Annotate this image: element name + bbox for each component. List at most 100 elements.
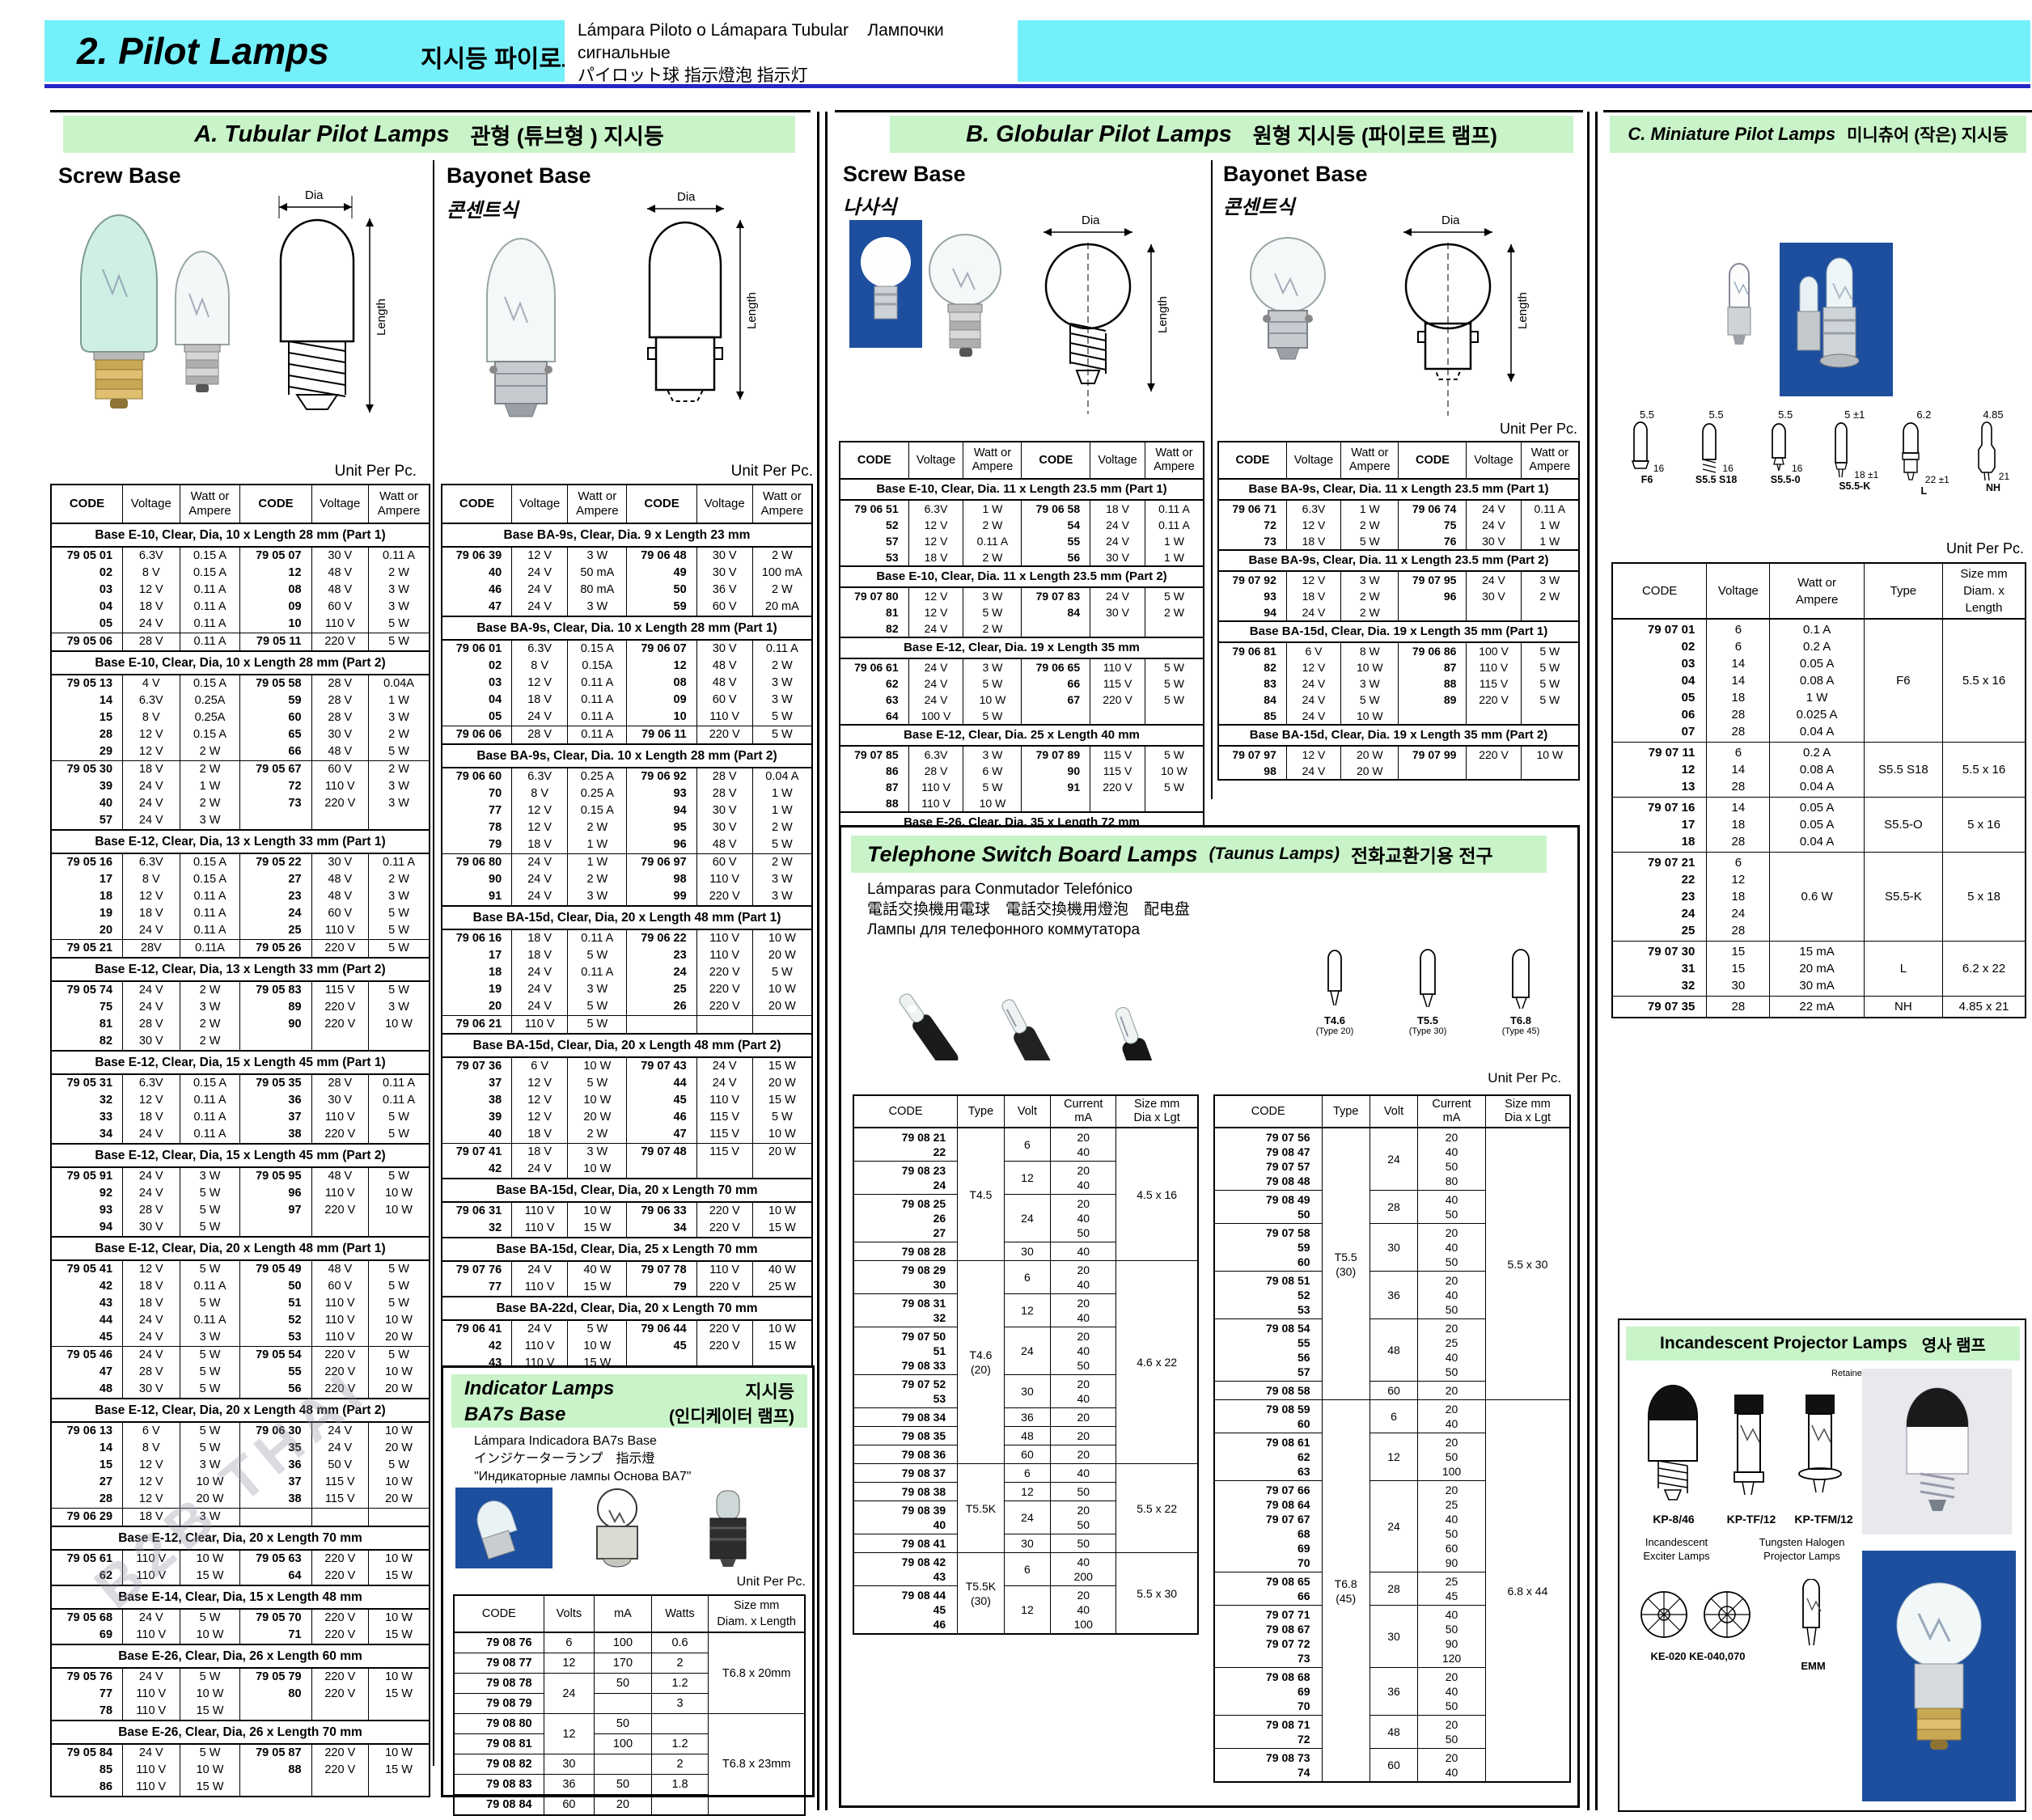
table-row: 79 08 4243T5.5K(30)6402005.5 x 30	[853, 1553, 1198, 1586]
section-b-title: B. Globular Pilot Lamps	[966, 121, 1232, 148]
table-row: Base BA-15d, Clear, Dia. 19 x Length 35 …	[1218, 621, 1579, 642]
cell: 12 V	[512, 547, 568, 565]
cell: 24 V	[512, 871, 568, 888]
cell: 79 08 83	[454, 1775, 544, 1795]
cell: 30	[1004, 1375, 1051, 1408]
cell: 79 08 82	[454, 1754, 544, 1775]
cell: 79 07 78	[627, 1261, 696, 1279]
mini-lamp-icon	[1899, 421, 1923, 485]
cell: Base BA-15d, Clear, Dia, 20 x Length 48 …	[442, 906, 812, 929]
cell: 79 07 585960	[1214, 1224, 1322, 1272]
cell: 19	[51, 905, 123, 922]
cell: 6.3V	[123, 547, 180, 565]
cell: 98	[627, 871, 696, 888]
cell: CODE	[1022, 442, 1090, 479]
cell: 28	[1707, 997, 1770, 1018]
cell: 5 W	[180, 1219, 240, 1237]
cell	[1145, 708, 1204, 725]
cell: 79 06 60	[442, 768, 512, 785]
table-row: 4018 V2 W47115 V10 W	[442, 1126, 812, 1144]
cell: 79 08 78	[454, 1674, 544, 1694]
table-row: 3712 V5 W4424 V20 W	[442, 1075, 812, 1092]
section-b-topline	[835, 110, 1583, 112]
cell: 220 V	[696, 1202, 752, 1220]
cell: 79 08 252627	[853, 1195, 958, 1242]
cell: 38	[240, 1126, 311, 1144]
cell: 30 V	[311, 853, 369, 871]
table-row: 79 06 016.3V0.15 A79 06 0730 V0.11 A	[442, 640, 812, 658]
cell: 20 W	[369, 1440, 430, 1457]
cell: 8 V	[123, 709, 180, 726]
miniature-lamp-drawing	[1715, 259, 1763, 368]
cell: 79 05 63	[240, 1550, 311, 1568]
table-row: 5712 V0.11 A5524 V1 W	[840, 533, 1204, 549]
cell: 79 08 36	[853, 1445, 958, 1464]
kp2-label: KP-TF/12	[1715, 1513, 1788, 1526]
exciter-caption: IncandescentExciter Lamps	[1626, 1535, 1727, 1563]
cell: Volt	[1369, 1095, 1417, 1128]
cell: 6 W	[963, 763, 1022, 779]
cell: 2 W	[752, 658, 812, 675]
cell: 3 W	[963, 746, 1022, 763]
cell: 30 V	[696, 640, 752, 658]
table-row: 79 07 9712 V20 W79 07 99220 V10 W	[1218, 746, 1579, 763]
cell: 0.11 A	[1521, 500, 1579, 517]
cell: T6.8 x 20mm	[709, 1632, 805, 1714]
cell: 79 05 70	[240, 1609, 311, 1627]
b-bayonet-unit-label: Unit Per Pc.	[1424, 421, 1577, 438]
globular-screw-diagram: Dia Length	[1015, 212, 1169, 448]
cell: 20 W	[752, 1144, 812, 1162]
projector-title-korean: 영사 램프	[1922, 1332, 1986, 1356]
table-row: CODEVoltageWatt orAmpereCODEVoltageWatt …	[840, 442, 1204, 479]
cell: 25 W	[752, 1279, 812, 1297]
cell: 79 07 48	[627, 1144, 696, 1162]
table-row: CODEVoltageWatt orAmpereCODEVoltageWatt …	[1218, 442, 1579, 479]
table-row: 0418 V0.11 A0960 V3 W	[51, 599, 430, 616]
cell: 91	[1022, 779, 1090, 795]
cell: 110 V	[696, 709, 752, 726]
cell: 18 V	[123, 905, 180, 922]
cell: 40	[1051, 1242, 1116, 1261]
cell: 110 V	[311, 1295, 369, 1312]
cell: 0.15 A	[180, 871, 240, 888]
cell: 8 V	[123, 1440, 180, 1457]
cell: 20	[1418, 1382, 1486, 1400]
cell: 79 05 67	[240, 761, 311, 779]
cell: NH	[1864, 997, 1942, 1018]
cell: 18	[442, 964, 512, 981]
mini-height: 18 ±1	[1854, 469, 1878, 480]
cell: 15	[51, 1457, 123, 1474]
cell: 12 V	[123, 1474, 180, 1491]
cell: 24 V	[123, 1126, 180, 1144]
table-row: 2812 V0.15 A6530 V2 W	[51, 726, 430, 743]
cell: 20 W	[369, 1381, 430, 1399]
table-row: 79 05 4624 V5 W79 05 54220 V5 W	[51, 1347, 430, 1365]
cell: 24 V	[512, 709, 568, 726]
cell: Voltage	[1286, 442, 1340, 479]
table-row: 158 V0.25A6028 V3 W	[51, 709, 430, 726]
cell: 110 V	[311, 1109, 369, 1126]
cell: 71	[240, 1627, 311, 1644]
cell	[1521, 708, 1579, 725]
cell: 10 W	[369, 1422, 430, 1440]
table-row: Base E-12, Clear, Dia, 15 x Length 45 mm…	[51, 1144, 430, 1167]
cell: 28 V	[311, 709, 369, 726]
cell: CODE	[442, 485, 512, 523]
page-title: 2. Pilot Lamps	[77, 29, 329, 73]
cell: 14	[51, 1440, 123, 1457]
cell: 20 W	[568, 1109, 627, 1126]
cell: 10 W	[1145, 763, 1204, 779]
telephone-lamps-photo	[878, 947, 1258, 1060]
cell: Voltage	[696, 485, 752, 523]
cell: 18 V	[1090, 500, 1145, 517]
cell: 50	[1051, 1534, 1116, 1553]
cell: 28 V	[512, 726, 568, 745]
cell: 110 V	[311, 1312, 369, 1329]
table-row: 79 05 4112 V5 W79 05 4948 V5 W	[51, 1260, 430, 1278]
table-row: 79 08 5960T6.8(45)620406.8 x 44	[1214, 1400, 1570, 1433]
cell: 36 V	[696, 582, 752, 599]
cell: 5 W	[369, 616, 430, 633]
cell	[651, 1795, 709, 1816]
table-row: 5212 V2 W5424 V0.11 A	[840, 517, 1204, 533]
cell: 79 07 01020304050607	[1612, 619, 1707, 743]
